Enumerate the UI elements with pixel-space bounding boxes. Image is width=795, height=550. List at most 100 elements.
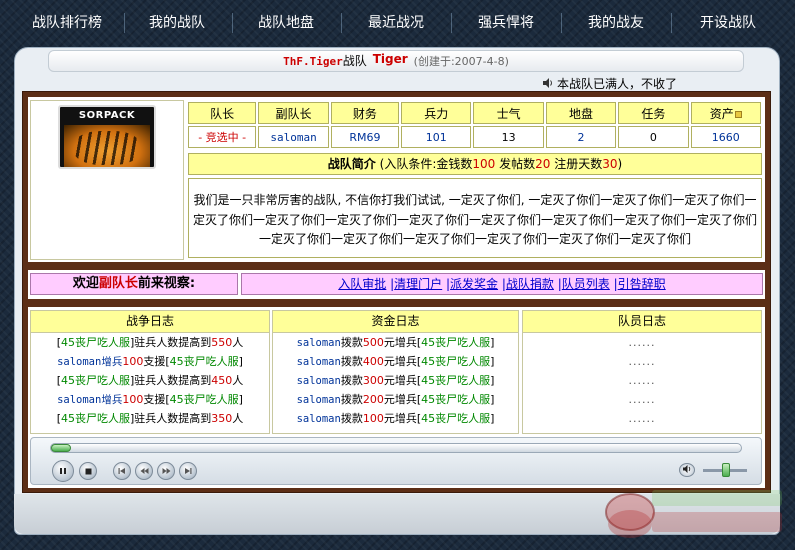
war-log-line: saloman增兵100支援[45丧尸吃人服] [31, 352, 269, 371]
stat-header-assets: 资产 [690, 102, 761, 124]
tiger-label: Tiger [372, 52, 408, 66]
intro-days: 30 [602, 157, 618, 171]
member-log-lines: .............................. [523, 333, 761, 428]
notice-text: 本战队已满人，不收了 [557, 76, 678, 91]
war-log-server: 45丧尸吃人服 [61, 374, 130, 387]
action-clean-house[interactable]: 清理门户 [394, 277, 442, 291]
nav-create-team[interactable]: 开设战队 [671, 12, 785, 34]
panel-divider [28, 262, 765, 270]
stat-tasks: 0 [618, 126, 689, 148]
next-icon[interactable] [179, 462, 197, 480]
war-log-text: ]驻兵人数提高到 [130, 412, 212, 425]
team-stats-table: 队长 副队长 财务 兵力 士气 地盘 任务 资产 - 竞选中 - saloman… [186, 100, 763, 150]
war-log-server: 45丧尸吃人服 [169, 393, 239, 406]
stat-header-captain: 队长 [188, 102, 257, 124]
stat-territory: 2 [545, 126, 617, 148]
welcome-prefix: 欢迎 [72, 276, 99, 291]
fund-log-server: 45丧尸吃人服 [421, 412, 491, 425]
war-log-text: ]驻兵人数提高到 [130, 374, 212, 387]
intro-days-label: 注册天数 [550, 157, 603, 171]
fund-log-amount: 300 [362, 374, 384, 387]
war-log-text: ]驻兵人数提高到 [130, 336, 212, 349]
volume-thumb[interactable] [722, 463, 730, 477]
volume-icon[interactable] [679, 463, 695, 477]
fund-log-text: 拨款 [340, 393, 363, 406]
pause-icon[interactable] [52, 460, 74, 482]
war-log-title: 战争日志 [31, 311, 269, 333]
forward-icon[interactable] [157, 462, 175, 480]
seek-thumb[interactable] [51, 444, 71, 452]
war-log-amount: 100 [122, 393, 144, 406]
member-log-title: 队员日志 [523, 311, 761, 333]
nav-my-team[interactable]: 我的战队 [124, 12, 230, 34]
fund-log-bracket: ] [490, 355, 495, 368]
fund-log-user: saloman [296, 356, 341, 368]
stat-vice-captain[interactable]: saloman [258, 126, 329, 148]
nav-my-comrades[interactable]: 我的战友 [561, 12, 671, 34]
stats-value-row: - 竞选中 - saloman RM69 101 13 2 0 1660 [188, 126, 761, 148]
admin-actions: 入队审批 |清理门户 |派发奖金 |战队捐款 |队员列表 |引咎辞职 [241, 273, 763, 295]
speaker-icon [542, 77, 554, 89]
war-log-count: 550 [211, 336, 233, 349]
rewind-icon[interactable] [135, 462, 153, 480]
fund-log-line: saloman拨款400元增兵[45丧尸吃人服] [273, 352, 518, 371]
intro-cond-suffix: ) [617, 157, 623, 171]
nav-team-territory[interactable]: 战队地盘 [232, 12, 340, 34]
action-member-list[interactable]: 队员列表 [562, 277, 610, 291]
war-log: 战争日志 [45丧尸吃人服]驻兵人数提高到550人 saloman增兵100支援[… [30, 310, 270, 434]
seek-bar[interactable] [50, 443, 742, 453]
frame-bottom-bar [14, 494, 780, 534]
fund-log-user: saloman [296, 375, 341, 387]
war-log-server: 45丧尸吃人服 [61, 336, 130, 349]
fund-log-text: 元增兵[ [383, 393, 422, 406]
stat-header-morale: 士气 [473, 102, 544, 124]
action-donate[interactable]: 战队捐款 [506, 277, 554, 291]
tiger-image [64, 125, 150, 167]
intro-money: 100 [472, 157, 496, 171]
intro-text: 我们是一只非常厉害的战队, 不信你打我们试试, 一定灭了你们, 一定灭了你们一定… [188, 178, 762, 258]
action-resign[interactable]: 引咎辞职 [618, 277, 666, 291]
action-join-approval[interactable]: 入队审批 [338, 277, 386, 291]
stat-troops: 101 [401, 126, 472, 148]
member-log-line: ...... [523, 390, 761, 409]
war-log-count: 350 [211, 412, 233, 425]
fund-log-text: 元增兵[ [383, 355, 422, 368]
fund-log-server: 45丧尸吃人服 [421, 355, 491, 368]
stat-assets: 1660 [690, 126, 761, 148]
page-title: ThF.Tiger战队 Tiger (创建于:2007-4-8) [48, 50, 744, 72]
welcome-suffix: 前来视察: [137, 276, 196, 291]
member-log-line: ...... [523, 409, 761, 428]
war-log-user: saloman增兵 [57, 394, 123, 406]
fund-log-line: saloman拨款300元增兵[45丧尸吃人服] [273, 371, 518, 390]
stat-header-finance: 财务 [330, 102, 400, 124]
war-log-user: saloman增兵 [57, 356, 123, 368]
prev-icon[interactable] [113, 462, 131, 480]
intro-posts-label: 发帖数 [495, 157, 536, 171]
fund-log-line: saloman拨款200元增兵[45丧尸吃人服] [273, 390, 518, 409]
nav-strong-soldiers[interactable]: 强兵悍将 [451, 12, 561, 34]
nav-recent-battles[interactable]: 最近战况 [341, 12, 451, 34]
member-log: 队员日志 .............................. [522, 310, 762, 434]
stop-icon[interactable] [79, 462, 97, 480]
war-log-server: 45丧尸吃人服 [61, 412, 130, 425]
war-log-server: 45丧尸吃人服 [169, 355, 239, 368]
logo-text: SORPACK [78, 110, 136, 121]
member-log-placeholder: ...... [628, 336, 656, 349]
fund-log-amount: 200 [362, 393, 384, 406]
fund-log-line: saloman拨款500元增兵[45丧尸吃人服] [273, 333, 518, 352]
nav-team-ranking[interactable]: 战队排行榜 [8, 12, 126, 34]
action-issue-bonus[interactable]: 派发奖金 [450, 277, 498, 291]
fund-log-lines: saloman拨款500元增兵[45丧尸吃人服] saloman拨款400元增兵[… [273, 333, 518, 428]
fund-log-bracket: ] [490, 336, 495, 349]
war-log-unit: 人 [232, 412, 244, 425]
war-log-line: [45丧尸吃人服]驻兵人数提高到350人 [31, 409, 269, 428]
fund-log-text: 元增兵[ [383, 374, 422, 387]
war-log-amount: 100 [122, 355, 144, 368]
member-log-line: ...... [523, 371, 761, 390]
team-logo: SORPACK [58, 105, 156, 169]
stat-captain: - 竞选中 - [188, 126, 257, 148]
fund-log-server: 45丧尸吃人服 [421, 374, 491, 387]
fund-log-bracket: ] [490, 374, 495, 387]
fund-log-server: 45丧尸吃人服 [421, 393, 491, 406]
welcome-box: 欢迎副队长前来视察: [30, 273, 238, 295]
